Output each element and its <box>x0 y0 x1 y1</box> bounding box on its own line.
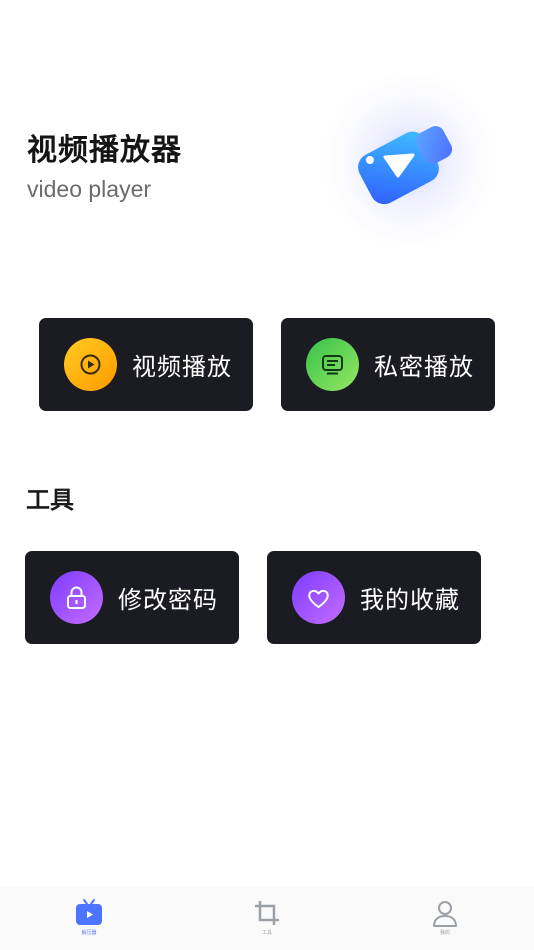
my-favorites-button[interactable]: 我的收藏 <box>267 551 481 644</box>
hero-illustration <box>316 75 504 247</box>
crop-icon <box>255 901 279 925</box>
video-play-button[interactable]: 视频播放 <box>39 318 253 411</box>
tab-home[interactable]: 解压器 <box>59 886 119 950</box>
tab-tools[interactable]: 工具 <box>237 886 297 950</box>
change-password-label: 修改密码 <box>118 586 218 614</box>
private-screen-icon <box>306 338 359 391</box>
private-play-button[interactable]: 私密播放 <box>281 318 495 411</box>
tv-icon <box>76 899 102 925</box>
video-play-label: 视频播放 <box>132 353 232 381</box>
tab-tools-label: 工具 <box>261 930 272 936</box>
bottom-tab-bar: 解压器 工具 我的 <box>0 886 534 950</box>
tab-mine[interactable]: 我的 <box>415 886 475 950</box>
tools-section-title: 工具 <box>26 486 74 514</box>
page-subtitle: video player <box>27 176 152 202</box>
user-icon <box>433 901 457 927</box>
my-favorites-label: 我的收藏 <box>360 586 460 614</box>
heart-icon <box>292 571 345 624</box>
change-password-button[interactable]: 修改密码 <box>25 551 239 644</box>
lock-icon <box>50 571 103 624</box>
page-title: 视频播放器 <box>27 133 182 168</box>
private-play-label: 私密播放 <box>374 353 474 381</box>
tab-mine-label: 我的 <box>439 930 450 936</box>
tab-home-label: 解压器 <box>81 930 97 936</box>
play-circle-icon <box>64 338 117 391</box>
video-play-3d-icon <box>358 126 453 205</box>
